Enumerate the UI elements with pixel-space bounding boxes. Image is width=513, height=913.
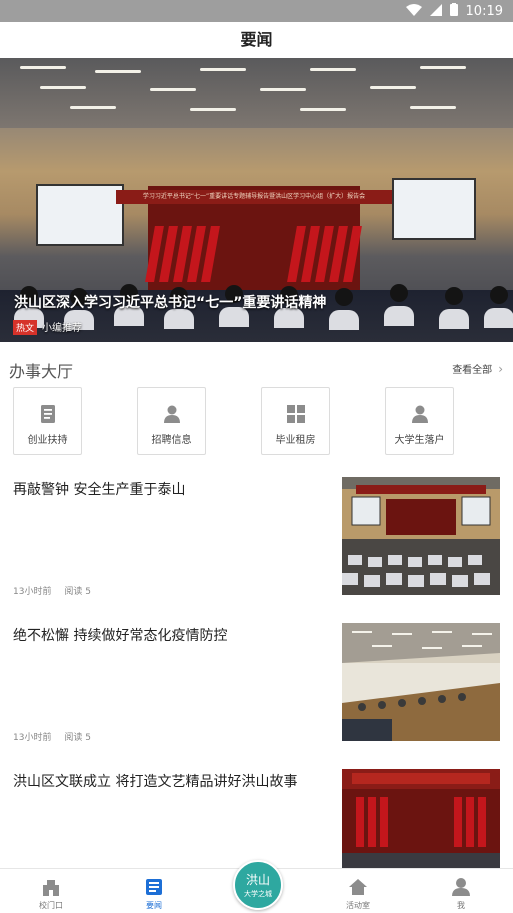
news-title: 绝不松懈 持续做好常态化疫情防控: [13, 628, 228, 644]
page-title: 要闻: [0, 22, 513, 58]
news-time: 13小时前: [13, 733, 52, 743]
status-bar: 10:19: [0, 0, 513, 22]
clock: 10:19: [465, 4, 503, 19]
service-grid: 创业扶持 招聘信息 毕业租房 大学生落户: [0, 387, 513, 455]
chevron-right-icon: ›: [498, 361, 503, 376]
grid-icon: [286, 404, 306, 424]
section-title: 办事大厅: [9, 362, 74, 381]
news-thumbnail: [342, 477, 500, 595]
news-meta: 13小时前 阅读 5: [13, 730, 101, 743]
person-icon: [410, 404, 430, 424]
document-icon: [38, 404, 58, 424]
banner-headline[interactable]: 洪山区深入学习习近平总书记“七一”重要讲话精神: [14, 292, 326, 312]
news-time: 13小时前: [13, 587, 52, 597]
center-logo-title: 洪山: [245, 873, 270, 887]
tab-campus-gate[interactable]: 校门口: [16, 869, 86, 913]
news-reads: 阅读 5: [64, 587, 91, 597]
news-title: 再敲警钟 安全生产重于泰山: [13, 482, 186, 498]
signal-icon: [429, 3, 442, 20]
news-thumbnail: [342, 623, 500, 741]
banner-source: 小编推荐: [42, 323, 82, 334]
stage-banner: 学习习近平总书记“七一”重要讲话专题辅导报告暨洪山区学习中心组（扩大）报告会: [116, 190, 392, 204]
battery-icon: [449, 3, 458, 20]
center-logo-subtitle: 大学之城: [244, 890, 272, 898]
hot-tag: 热文: [13, 320, 38, 335]
wifi-icon: [405, 3, 422, 20]
gate-icon: [41, 877, 61, 897]
projection-screen-left: [36, 184, 124, 246]
service-hall-header: 办事大厅 查看全部 ›: [0, 356, 513, 382]
tab-activity-room[interactable]: 活动室: [323, 869, 393, 913]
person-icon: [162, 404, 182, 424]
home-icon: [348, 877, 368, 897]
news-reads: 阅读 5: [64, 733, 91, 743]
service-startup-support[interactable]: 创业扶持: [13, 387, 82, 455]
tab-me[interactable]: 我: [426, 869, 496, 913]
center-logo-button[interactable]: 洪山 大学之城: [233, 860, 283, 910]
tab-news[interactable]: 要闻: [119, 869, 189, 913]
view-all-link[interactable]: 查看全部 ›: [452, 361, 503, 377]
service-student-residency[interactable]: 大学生落户: [385, 387, 454, 455]
newspaper-icon: [144, 877, 164, 897]
news-meta: 13小时前 阅读 5: [13, 584, 101, 597]
news-item[interactable]: 绝不松懈 持续做好常态化疫情防控 13小时前 阅读 5: [0, 623, 513, 759]
news-title: 洪山区文联成立 将打造文艺精品讲好洪山故事: [13, 774, 298, 790]
service-recruitment[interactable]: 招聘信息: [137, 387, 206, 455]
user-icon: [451, 877, 471, 897]
news-item[interactable]: 再敲警钟 安全生产重于泰山 13小时前 阅读 5: [0, 477, 513, 613]
banner-carousel[interactable]: 学习习近平总书记“七一”重要讲话专题辅导报告暨洪山区学习中心组（扩大）报告会 洪…: [0, 58, 513, 342]
projection-screen-right: [392, 178, 476, 240]
service-graduate-housing[interactable]: 毕业租房: [261, 387, 330, 455]
